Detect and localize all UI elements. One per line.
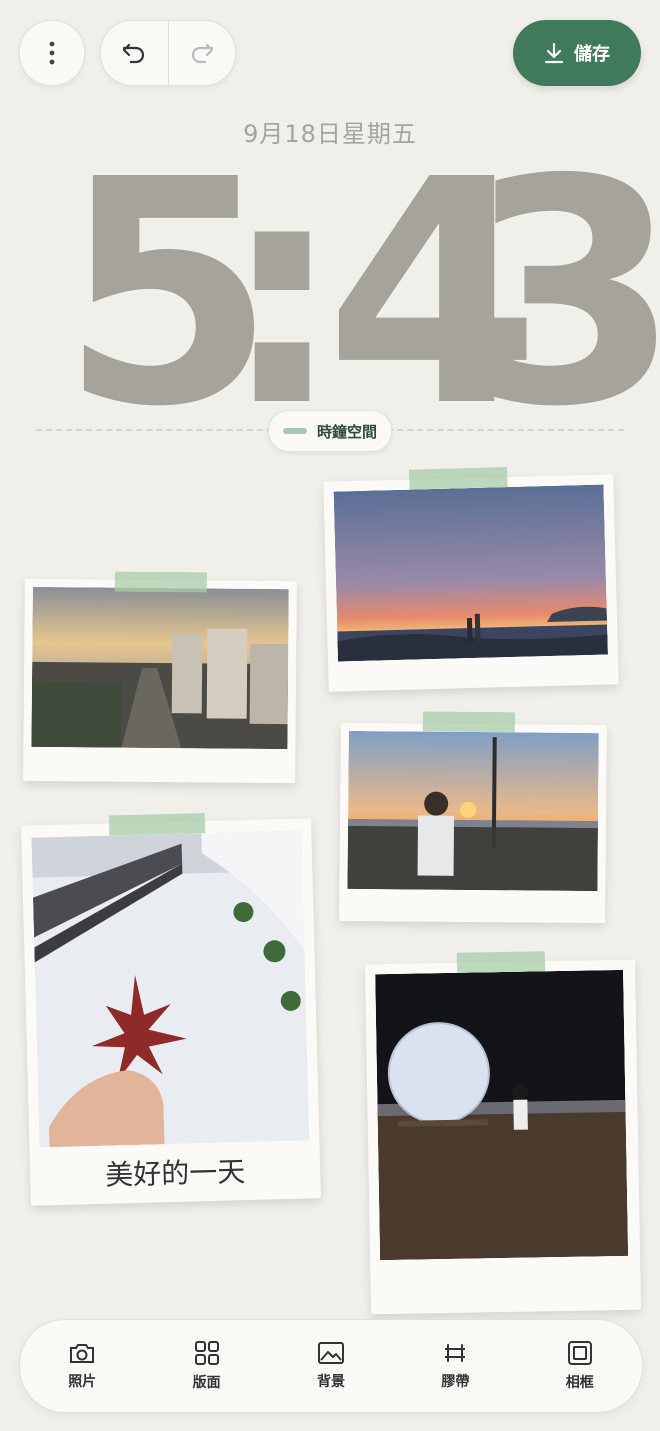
photo-caption: 美好的一天 xyxy=(104,1155,246,1192)
city-sunset-photo xyxy=(31,586,289,750)
tool-layout[interactable]: 版面 xyxy=(157,1340,257,1392)
save-label: 儲存 xyxy=(574,44,610,65)
bottom-toolbar: 照片 版面 背景 膠帶 相框 xyxy=(19,1319,643,1413)
tape-strip xyxy=(409,467,508,490)
harbor-sunset-photo xyxy=(347,730,599,892)
image-icon xyxy=(317,1342,344,1364)
clock-space-chip[interactable]: 時鐘空間 xyxy=(268,410,392,452)
tape-icon xyxy=(445,1344,466,1362)
redo-icon xyxy=(191,43,213,64)
tool-layout-label: 版面 xyxy=(192,1375,221,1391)
undo-icon xyxy=(123,43,145,64)
top-bar: 儲存 xyxy=(0,0,660,110)
sunset-beach-photo xyxy=(333,484,608,662)
tool-tape-label: 膠帶 xyxy=(441,1374,470,1390)
tool-frame[interactable]: 相框 xyxy=(530,1340,630,1392)
tool-background-label: 背景 xyxy=(316,1374,345,1390)
moon-night-photo xyxy=(375,969,629,1261)
undo-button[interactable] xyxy=(101,21,168,85)
redo-button[interactable] xyxy=(169,21,236,85)
clock-space-label: 時鐘空間 xyxy=(316,422,377,441)
tool-tape[interactable]: 膠帶 xyxy=(405,1341,505,1391)
undo-redo-group xyxy=(100,20,236,86)
polaroid-sunset-beach[interactable] xyxy=(323,467,619,692)
polaroid-moon-night[interactable] xyxy=(364,951,642,1315)
tool-photos-label: 照片 xyxy=(68,1374,97,1390)
tape-strip xyxy=(422,711,515,733)
polaroid-harbor-sunset[interactable] xyxy=(339,711,607,924)
more-options-button[interactable] xyxy=(19,20,85,86)
save-button[interactable]: 儲存 xyxy=(513,20,641,86)
tool-frame-label: 相框 xyxy=(565,1375,594,1391)
tool-background[interactable]: 背景 xyxy=(281,1341,381,1391)
download-icon xyxy=(544,42,564,64)
chip-handle-icon xyxy=(282,428,307,434)
layout-grid-icon xyxy=(194,1341,219,1365)
polaroid-city-sunset[interactable] xyxy=(23,571,297,784)
snow-leaf-photo xyxy=(31,830,310,1148)
tool-photos[interactable]: 照片 xyxy=(32,1341,132,1391)
polaroid-snow-leaf[interactable]: 美好的一天 xyxy=(21,813,321,1206)
tape-strip xyxy=(456,951,546,973)
more-vertical-icon xyxy=(49,41,55,65)
clock-display[interactable]: 5 : 4 3 xyxy=(60,140,660,450)
clock-minute-ones: 3 xyxy=(465,114,660,475)
tape-strip xyxy=(108,813,206,836)
camera-icon xyxy=(70,1344,95,1363)
frame-icon xyxy=(567,1341,592,1365)
tape-strip xyxy=(114,571,207,593)
